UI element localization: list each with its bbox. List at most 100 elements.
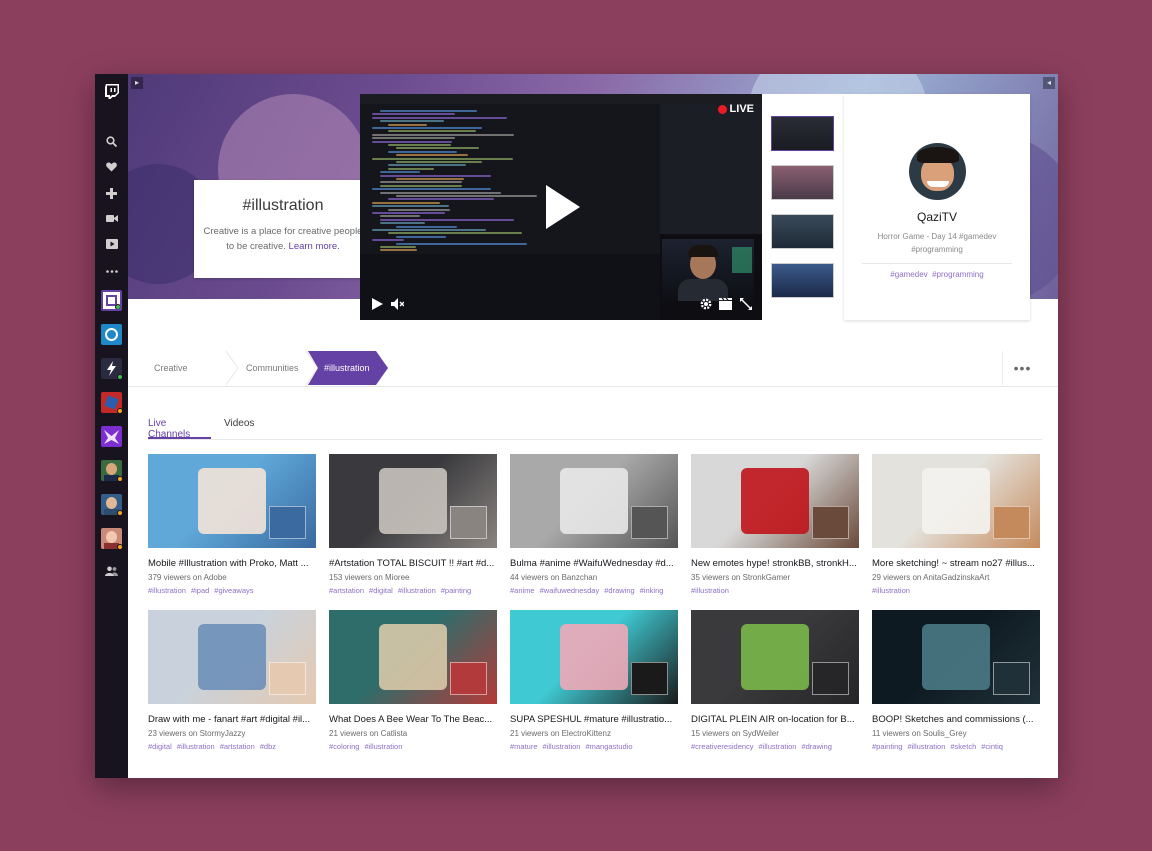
featured-thumb[interactable] [771,263,834,298]
tag-link[interactable]: #ipad [191,586,209,595]
tag-link[interactable]: #illustration [872,586,910,595]
stream-thumbnail[interactable] [872,610,1040,704]
followed-channel-avatar[interactable] [101,460,122,481]
play-small-icon[interactable] [372,298,383,310]
tag-link[interactable]: #painting [872,742,902,751]
followed-channel-avatar[interactable] [101,426,122,447]
camera-icon[interactable] [95,207,128,229]
tag-link[interactable]: #inking [640,586,664,595]
tag-link[interactable]: #illustration [364,742,402,751]
stream-thumbnail[interactable] [872,454,1040,548]
play-icon[interactable] [546,185,580,229]
followed-channel-avatar[interactable] [101,528,122,549]
stream-card[interactable]: Draw with me - fanart #art #digital #il.… [148,610,316,751]
stream-card[interactable]: DIGITAL PLEIN AIR on-location for B... 15… [691,610,859,751]
stream-title[interactable]: More sketching! ~ stream no27 #illus... [872,558,1040,569]
collapse-right-icon[interactable]: ◂ [1043,77,1055,89]
video-icon[interactable] [95,233,128,255]
tag-link[interactable]: #creativeresidency [691,742,754,751]
stream-thumbnail[interactable] [148,610,316,704]
stream-title[interactable]: Bulma #anime #WaifuWednesday #d... [510,558,678,569]
tag-link[interactable]: #giveaways [214,586,253,595]
fullscreen-icon[interactable] [740,298,752,310]
tag-link[interactable]: #sketch [950,742,976,751]
stream-thumbnail[interactable] [329,454,497,548]
tag-link[interactable]: #digital [369,586,393,595]
tab-live-channels[interactable]: Live Channels [148,418,211,440]
tag-link[interactable]: #illustration [543,742,581,751]
tag-link[interactable]: #mature [510,742,538,751]
stream-card[interactable]: BOOP! Sketches and commissions (... 11 vi… [872,610,1040,751]
stream-card[interactable]: New emotes hype! stronkBB, stronkH... 35 … [691,454,859,595]
heart-icon[interactable] [95,156,128,178]
stream-title[interactable]: #Artstation TOTAL BISCUIT !! #art #d... [329,558,497,569]
stream-thumbnail[interactable] [691,454,859,548]
tag-link[interactable]: #dbz [260,742,276,751]
tag-link[interactable]: #anime [510,586,535,595]
tag-link[interactable]: #illustration [177,742,215,751]
tag-link[interactable]: #drawing [801,742,831,751]
learn-more-link[interactable]: Learn more. [289,241,340,252]
stream-title[interactable]: Draw with me - fanart #art #digital #il.… [148,714,316,725]
stream-thumbnail[interactable] [148,454,316,548]
stream-card[interactable]: More sketching! ~ stream no27 #illus... 2… [872,454,1040,595]
more-dots-icon[interactable] [95,260,128,282]
stream-title[interactable]: DIGITAL PLEIN AIR on-location for B... [691,714,859,725]
tag-link[interactable]: #artstation [220,742,255,751]
stream-card[interactable]: What Does A Bee Wear To The Beac... 21 vi… [329,610,497,751]
gamepad-icon[interactable] [95,182,128,204]
clip-icon[interactable] [719,298,732,310]
tag-link[interactable]: #mangastudio [585,742,632,751]
breadcrumb-creative[interactable]: Creative [154,351,188,385]
stream-thumbnail[interactable] [691,610,859,704]
mute-icon[interactable] [391,298,404,310]
stream-title[interactable]: BOOP! Sketches and commissions (... [872,714,1040,725]
tag-link[interactable]: #illustration [907,742,945,751]
tag-link[interactable]: #gamedev [890,270,927,279]
stream-thumbnail[interactable] [510,454,678,548]
featured-thumb[interactable] [771,165,834,200]
followed-community-avatar[interactable] [101,290,122,311]
stream-card[interactable]: Bulma #anime #WaifuWednesday #d... 44 vie… [510,454,678,595]
stream-card[interactable]: Mobile #Illustration with Proko, Matt ..… [148,454,316,595]
tag-link[interactable]: #illustration [759,742,797,751]
stream-thumbnail[interactable] [510,610,678,704]
more-options-button[interactable]: ••• [1002,351,1042,385]
tag-link[interactable]: #illustration [148,586,186,595]
stream-thumbnail[interactable] [329,610,497,704]
search-icon[interactable] [95,130,128,152]
featured-thumb[interactable] [771,214,834,249]
channel-name[interactable]: QaziTV [844,210,1030,224]
tag-link[interactable]: #cintiq [981,742,1003,751]
stream-title[interactable]: SUPA SPESHUL #mature #illustratio... [510,714,678,725]
stream-title[interactable]: New emotes hype! stronkBB, stronkH... [691,558,859,569]
channel-avatar[interactable] [908,143,966,200]
collapse-left-icon[interactable]: ▸ [131,77,143,89]
tag-link[interactable]: #illustration [398,586,436,595]
tag-link[interactable]: #coloring [329,742,359,751]
breadcrumb-communities[interactable]: Communities [246,351,299,385]
stream-card[interactable]: SUPA SPESHUL #mature #illustratio... 21 v… [510,610,678,751]
code-line [388,150,457,153]
tab-videos[interactable]: Videos [224,418,254,439]
followed-channel-avatar[interactable] [101,324,122,345]
tag-link[interactable]: #digital [148,742,172,751]
followed-channel-avatar[interactable] [101,358,122,379]
tag-link[interactable]: #drawing [604,586,634,595]
settings-gear-icon[interactable] [700,298,712,310]
tag-link[interactable]: #illustration [691,586,729,595]
stream-title[interactable]: What Does A Bee Wear To The Beac... [329,714,497,725]
tag-link[interactable]: #waifuwednesday [540,586,600,595]
stream-title[interactable]: Mobile #Illustration with Proko, Matt ..… [148,558,316,569]
tag-link[interactable]: #painting [441,586,471,595]
twitch-logo-icon[interactable] [95,80,128,102]
featured-thumb[interactable] [771,116,834,151]
followed-channel-avatar[interactable] [101,494,122,515]
tag-link[interactable]: #artstation [329,586,364,595]
followed-channel-avatar[interactable] [101,392,122,413]
stream-card[interactable]: #Artstation TOTAL BISCUIT !! #art #d... 1… [329,454,497,595]
tag-link[interactable]: #programming [932,270,984,279]
video-player[interactable]: LIVE [360,94,762,320]
friends-icon[interactable] [95,560,128,582]
breadcrumb-illustration[interactable]: #illustration [324,351,370,385]
